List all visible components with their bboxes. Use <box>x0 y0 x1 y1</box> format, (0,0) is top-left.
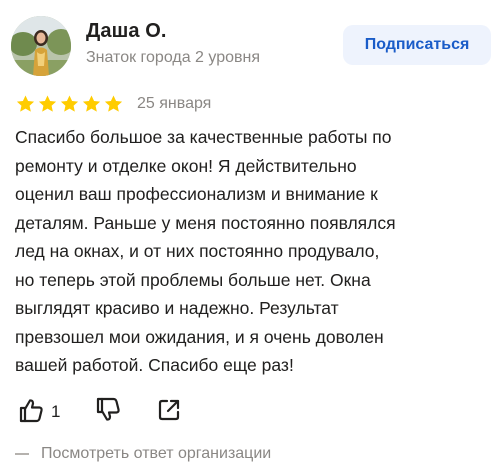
author-name[interactable]: Даша О. <box>86 18 167 44</box>
like-count: 1 <box>51 401 61 421</box>
view-org-reply-label: Посмотреть ответ организации <box>41 445 272 462</box>
share-icon <box>156 397 182 426</box>
view-org-reply-link[interactable]: Посмотреть ответ организации <box>15 444 271 464</box>
author-level: Знаток города 2 уровня <box>86 49 261 66</box>
review-card: Даша О. Знаток города 2 уровня Подписать… <box>0 0 496 462</box>
star-icon <box>38 95 57 112</box>
dash-divider <box>15 453 29 455</box>
avatar[interactable] <box>11 16 71 76</box>
thumbs-up-icon <box>18 397 44 426</box>
share-button[interactable] <box>156 397 182 426</box>
subscribe-button[interactable]: Подписаться <box>343 25 491 65</box>
star-icon <box>16 95 35 112</box>
review-text: Спасибо большое за качественные работы п… <box>15 127 396 375</box>
rating-stars <box>15 94 124 114</box>
star-icon <box>82 95 101 112</box>
star-icon <box>104 95 123 112</box>
star-icon <box>60 95 79 112</box>
thumbs-down-icon <box>95 397 121 426</box>
dislike-button[interactable] <box>95 397 121 426</box>
like-button[interactable]: 1 <box>18 397 60 426</box>
review-date: 25 января <box>137 95 212 112</box>
